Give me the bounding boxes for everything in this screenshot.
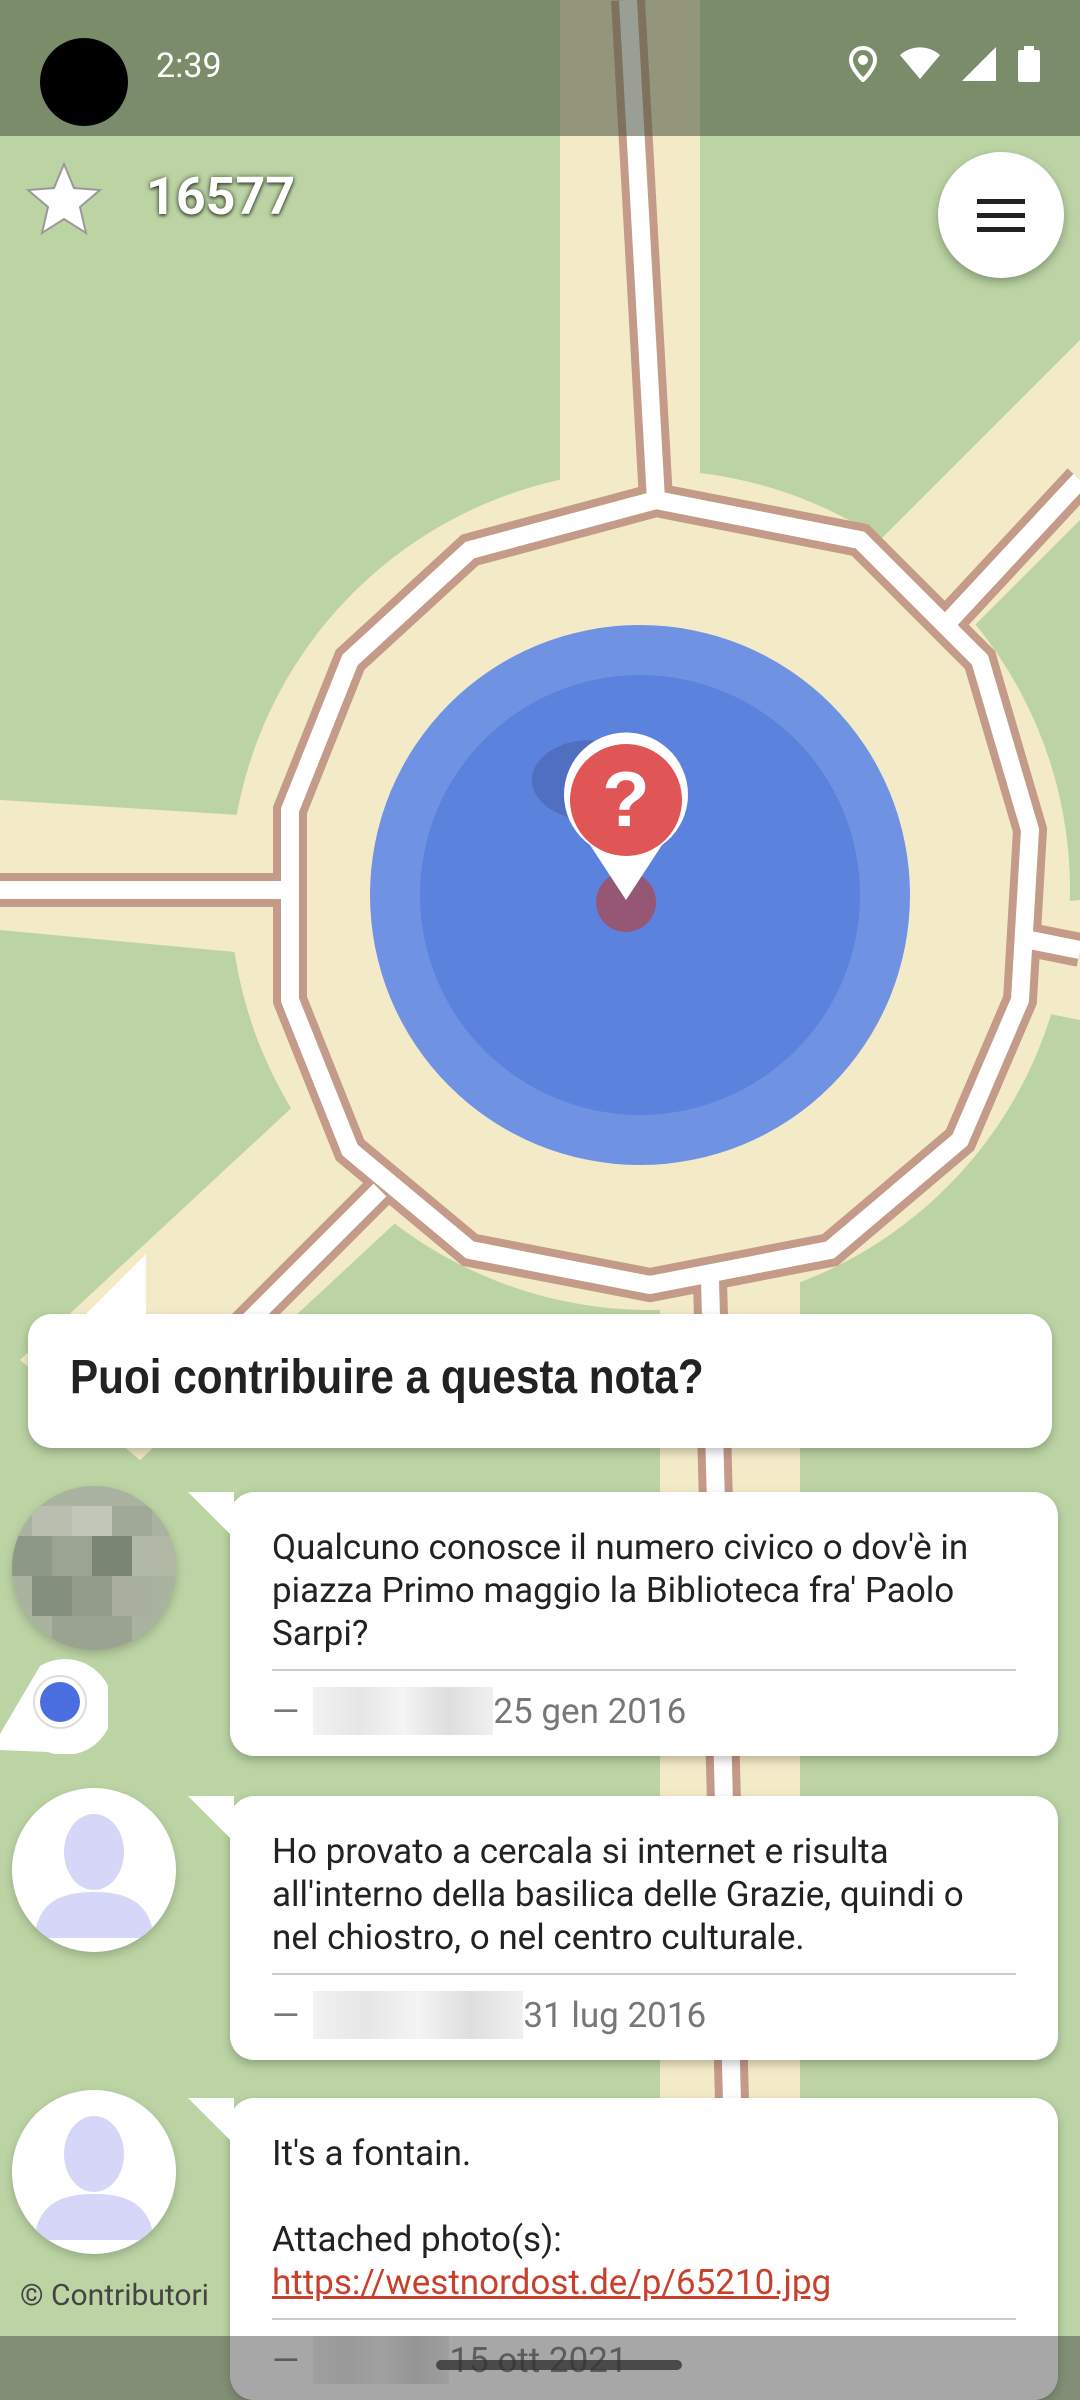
- battery-icon: [1018, 46, 1040, 82]
- pixelated-avatar-image: [12, 1486, 176, 1650]
- redacted-username: [313, 1687, 494, 1735]
- map-copyright[interactable]: © Contributori: [20, 2278, 209, 2313]
- star-icon[interactable]: [24, 158, 104, 238]
- status-time: 2:39: [156, 46, 222, 86]
- signal-icon: [962, 47, 996, 81]
- comment-dash: —: [272, 1690, 300, 1732]
- answer-count[interactable]: 16577: [146, 166, 295, 227]
- redacted-username: [313, 1991, 524, 2039]
- wifi-icon: [900, 47, 940, 79]
- note-comment: Qualcuno conosce il numero civico o dov'…: [188, 1492, 1058, 1756]
- hamburger-menu-icon: [977, 199, 1025, 232]
- comment-text-line: Attached photo(s):: [272, 2219, 562, 2260]
- comment-text: Ho provato a cercala si internet e risul…: [272, 1831, 973, 1958]
- divider: [272, 1669, 1016, 1671]
- speech-bubble-tail: [188, 1492, 234, 1538]
- avatar: [12, 1486, 176, 1650]
- avatar: [12, 1788, 176, 1952]
- comment-text: Qualcuno conosce il numero civico o dov'…: [272, 1527, 977, 1654]
- status-icons: [848, 46, 1040, 82]
- default-user-avatar-icon: [12, 2090, 176, 2254]
- my-location-button[interactable]: [0, 1654, 108, 1754]
- quest-question-card: Puoi contribuire a questa nota?: [28, 1254, 1052, 1448]
- svg-text:?: ?: [602, 755, 650, 843]
- default-user-avatar-icon: [12, 1788, 176, 1952]
- comment-date: 25 gen 2016: [493, 1690, 687, 1732]
- comment-text-line: It's a fontain.: [272, 2133, 472, 2174]
- attached-photo-link[interactable]: https://westnordost.de/p/65210.jpg: [272, 2262, 831, 2303]
- camera-cutout: [40, 38, 128, 126]
- divider: [272, 1973, 1016, 1975]
- divider: [272, 2318, 1016, 2320]
- comment-meta: — 25 gen 2016: [272, 1683, 1016, 1739]
- speech-bubble-tail: [86, 1254, 146, 1314]
- comment-dash: —: [272, 1994, 300, 2036]
- speech-bubble-tail: [188, 2098, 234, 2144]
- comment-date: 31 lug 2016: [523, 1994, 707, 2036]
- gesture-handle[interactable]: [436, 2360, 682, 2370]
- comment-text: It's a fontain. Attached photo(s): https:/…: [272, 2132, 1016, 2304]
- note-comment: Ho provato a cercala si internet e risul…: [188, 1796, 1058, 2060]
- avatar: [12, 2090, 176, 2254]
- comment-meta: — 31 lug 2016: [272, 1987, 1016, 2043]
- quest-question-title: Puoi contribuire a questa nota?: [70, 1351, 704, 1404]
- location-icon: [848, 46, 878, 82]
- main-menu-button[interactable]: [938, 152, 1064, 278]
- speech-bubble-tail: [188, 1796, 234, 1842]
- status-bar: 2:39: [0, 0, 1080, 136]
